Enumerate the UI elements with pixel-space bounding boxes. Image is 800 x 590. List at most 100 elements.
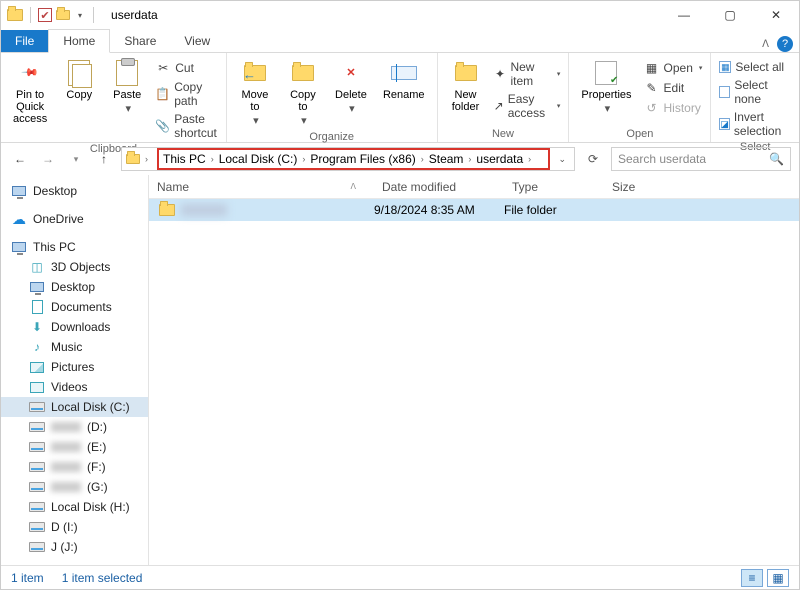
col-type[interactable]: Type	[504, 180, 604, 194]
window-title: userdata	[101, 8, 158, 22]
back-button[interactable]: ←	[9, 148, 31, 170]
videos-icon	[30, 382, 44, 393]
tree-3dobjects[interactable]: ◫3D Objects	[1, 257, 148, 277]
recent-dropdown-icon[interactable]: ▾	[65, 148, 87, 170]
up-button[interactable]: ↑	[93, 148, 115, 170]
new-item-icon: ✦	[494, 66, 507, 82]
tree-drive-j[interactable]: J (J:)	[1, 537, 148, 557]
history-icon: ↺	[644, 100, 660, 116]
breadcrumb-seg-1[interactable]: Local Disk (C:)	[219, 152, 298, 166]
select-all-button[interactable]: ▦Select all	[719, 59, 791, 75]
tree-documents[interactable]: Documents	[1, 297, 148, 317]
breadcrumb-seg-4[interactable]: userdata	[476, 152, 523, 166]
nav-tree[interactable]: Desktop ☁OneDrive This PC ◫3D Objects De…	[1, 175, 149, 565]
ribbon-group-clipboard: 📌 Pin to Quick access Copy Paste ▾ ✂Cut …	[1, 53, 227, 142]
paste-shortcut-button[interactable]: 📎Paste shortcut	[155, 111, 218, 141]
details-view-button[interactable]: ≡	[741, 569, 763, 587]
qat-newfolder-icon[interactable]	[56, 10, 70, 20]
pin-to-quick-access-button[interactable]: 📌 Pin to Quick access	[9, 57, 51, 127]
tree-thispc[interactable]: This PC	[1, 237, 148, 257]
minimize-button[interactable]: —	[661, 1, 707, 29]
tree-onedrive[interactable]: ☁OneDrive	[1, 209, 148, 229]
diskh-icon	[29, 502, 45, 512]
table-row[interactable]: 9/18/2024 8:35 AM File folder	[149, 199, 799, 221]
paste-button[interactable]: Paste ▾	[107, 57, 147, 117]
tree-pictures[interactable]: Pictures	[1, 357, 148, 377]
tab-share[interactable]: Share	[110, 30, 170, 52]
file-list[interactable]: 9/18/2024 8:35 AM File folder	[149, 199, 799, 565]
select-none-icon	[719, 86, 730, 98]
address-bar[interactable]: › This PC› Local Disk (C:)› Program File…	[121, 147, 575, 171]
copy-path-button[interactable]: 📋Copy path	[155, 79, 218, 109]
tree-localc[interactable]: Local Disk (C:)	[1, 397, 148, 417]
edit-button[interactable]: ✎Edit	[644, 79, 703, 97]
forward-button[interactable]: →	[37, 148, 59, 170]
select-all-icon: ▦	[719, 61, 731, 73]
copy-path-icon: 📋	[155, 86, 170, 102]
address-dropdown-icon[interactable]: ⌄	[550, 154, 574, 165]
new-folder-button[interactable]: New folder	[446, 57, 486, 115]
address-root-sep[interactable]: ›	[140, 154, 153, 164]
copy-button[interactable]: Copy	[59, 57, 99, 103]
breadcrumb-seg-0[interactable]: This PC	[163, 152, 206, 166]
select-none-button[interactable]: Select none	[719, 77, 791, 107]
tree-drive-h[interactable]: Local Disk (H:)	[1, 497, 148, 517]
tree-videos[interactable]: Videos	[1, 377, 148, 397]
row-name-blurred	[181, 204, 227, 216]
col-date[interactable]: Date modified	[374, 180, 504, 194]
pictures-icon	[30, 362, 44, 373]
downloads-icon: ⬇	[29, 320, 45, 334]
tree-drive-e[interactable]: (E:)	[1, 437, 148, 457]
delete-dropdown-icon[interactable]: ▾	[349, 103, 355, 115]
qat-properties-icon[interactable]: ✔	[38, 8, 52, 22]
status-selected-count: 1 item selected	[62, 571, 143, 585]
tree-drive-d[interactable]: (D:)	[1, 417, 148, 437]
tree-music[interactable]: ♪Music	[1, 337, 148, 357]
properties-button[interactable]: Properties▾	[577, 57, 635, 117]
icons-view-button[interactable]: ▦	[767, 569, 789, 587]
col-name[interactable]: Nameᐱ	[149, 180, 374, 194]
tree-drive-i[interactable]: D (I:)	[1, 517, 148, 537]
invert-selection-button[interactable]: ◪Invert selection	[719, 109, 791, 139]
move-dropdown-icon[interactable]: ▾	[253, 115, 259, 127]
cut-icon: ✂	[155, 60, 171, 76]
tab-view[interactable]: View	[170, 30, 224, 52]
maximize-button[interactable]: ▢	[707, 1, 753, 29]
col-size[interactable]: Size	[604, 180, 684, 194]
help-icon[interactable]: ?	[777, 36, 793, 52]
delete-button[interactable]: ✕ Delete▾	[331, 57, 371, 117]
search-input[interactable]: Search userdata 🔍	[611, 147, 791, 171]
rename-icon	[391, 66, 417, 80]
tree-drive-f[interactable]: (F:)	[1, 457, 148, 477]
new-item-button[interactable]: ✦New item▾	[494, 59, 561, 89]
qat-dropdown-icon[interactable]: ▾	[74, 11, 86, 20]
desktop-icon	[12, 186, 26, 196]
tree-drive-g[interactable]: (G:)	[1, 477, 148, 497]
tree-desktop[interactable]: Desktop	[1, 181, 148, 201]
rename-button[interactable]: Rename	[379, 57, 429, 103]
refresh-button[interactable]: ⟳	[581, 147, 605, 171]
tab-home[interactable]: Home	[48, 29, 110, 53]
breadcrumb-seg-2[interactable]: Program Files (x86)	[310, 152, 415, 166]
close-button[interactable]: ✕	[753, 1, 799, 29]
paste-label: Paste	[113, 89, 141, 101]
paste-dropdown-icon[interactable]: ▾	[125, 103, 131, 115]
copy-to-button[interactable]: Copy to▾	[283, 57, 323, 129]
ribbon-collapse-icon[interactable]: ᐱ	[762, 39, 769, 50]
tree-downloads[interactable]: ⬇Downloads	[1, 317, 148, 337]
cut-button[interactable]: ✂Cut	[155, 59, 218, 77]
easy-access-button[interactable]: ↗Easy access▾	[494, 91, 561, 121]
tree-desktop2[interactable]: Desktop	[1, 277, 148, 297]
status-item-count: 1 item	[11, 571, 44, 585]
breadcrumb-path: This PC› Local Disk (C:)› Program Files …	[157, 148, 550, 170]
diskc-icon	[29, 402, 45, 412]
properties-dropdown-icon[interactable]: ▾	[605, 103, 611, 115]
move-to-button[interactable]: ← Move to▾	[235, 57, 275, 129]
tab-file[interactable]: File	[1, 30, 48, 52]
breadcrumb-seg-3[interactable]: Steam	[429, 152, 464, 166]
open-button[interactable]: ▦Open▾	[644, 59, 703, 77]
row-folder-icon	[159, 204, 175, 216]
nav-bar: ← → ▾ ↑ › This PC› Local Disk (C:)› Prog…	[1, 143, 799, 175]
history-button[interactable]: ↺History	[644, 99, 703, 117]
copy-to-dropdown-icon[interactable]: ▾	[301, 115, 307, 127]
